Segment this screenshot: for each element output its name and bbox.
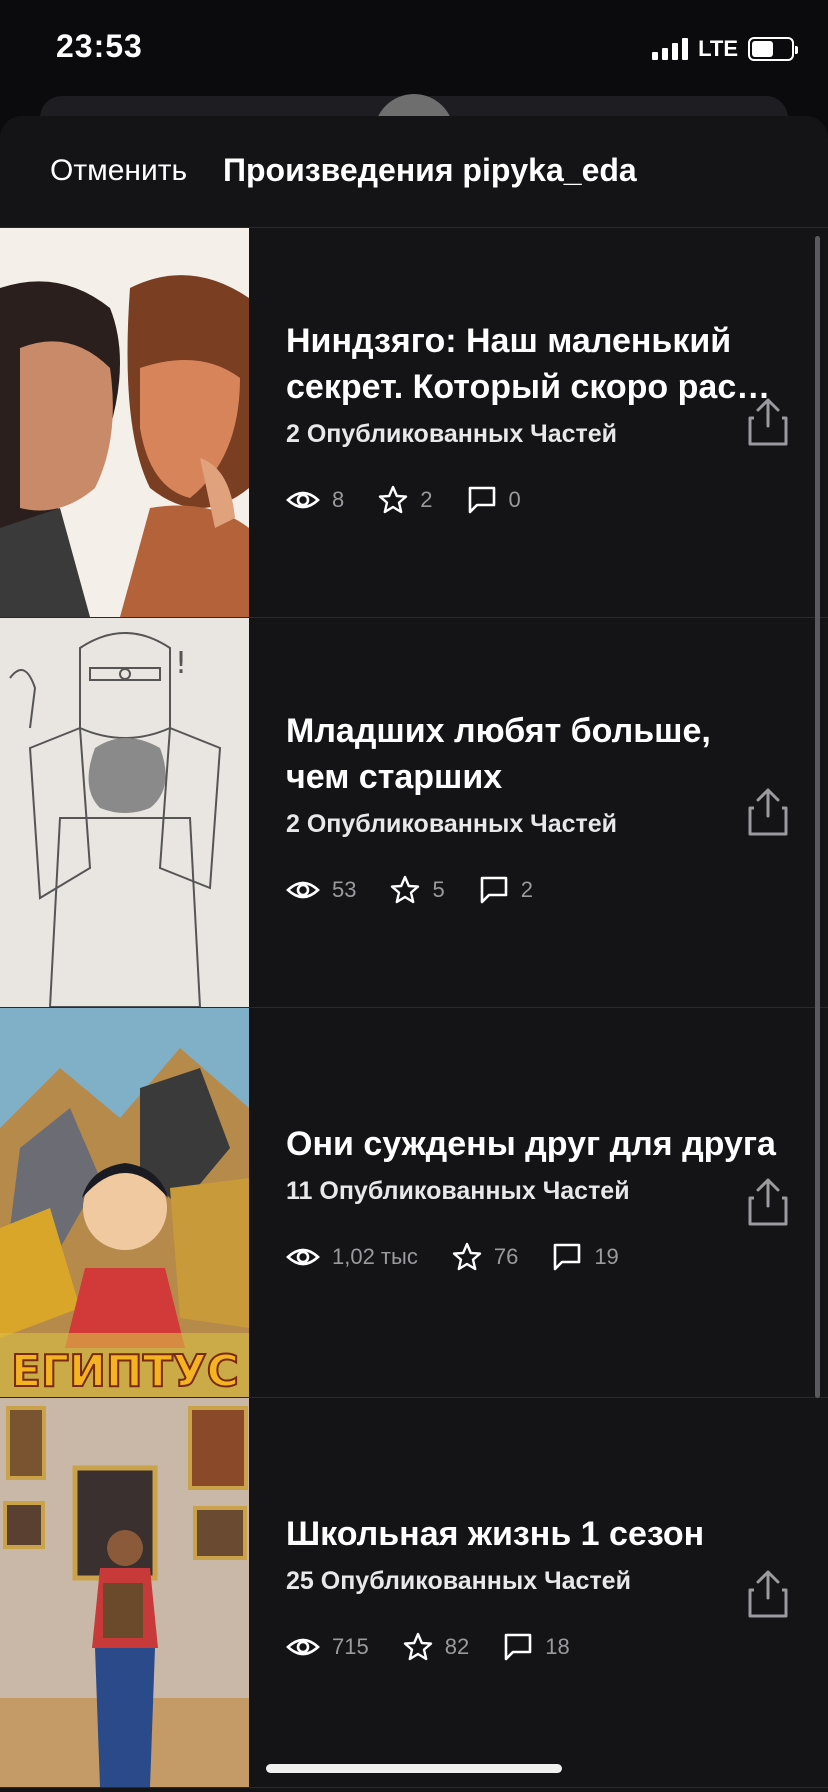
story-cover: ЕГИПТУС [0,1008,249,1397]
story-info: Они суждены друг для друга 11 Опубликова… [286,1121,806,1272]
votes-stat: 76 [452,1242,518,1272]
comments-count: 2 [520,877,533,902]
comment-icon [504,1633,532,1661]
story-stats: 8 2 0 [286,485,806,515]
votes-stat: 2 [378,485,433,515]
screen: 23:53 LTE Отменить Произведения pipyka_e… [0,0,828,1792]
svg-text:!: ! [175,646,187,681]
votes-count: 2 [420,487,433,512]
story-title-line: Школьная жизнь 1 сезон [286,1515,705,1553]
reads-count: 715 [332,1634,369,1659]
cover-caption: ЕГИПТУС [11,1346,239,1397]
comments-stat: 0 [467,485,521,515]
comments-count: 0 [508,487,521,512]
battery-icon [748,37,798,61]
story-row[interactable]: Школьная жизнь 1 сезон 25 Опубликованных… [0,1398,828,1788]
share-icon[interactable] [746,1568,790,1620]
cancel-button[interactable]: Отменить [50,154,187,188]
story-title: Они суждены друг для друга [286,1121,806,1167]
story-title-line: чем старших [286,758,503,796]
story-cover [0,1398,249,1787]
reads-stat: 715 [286,1634,369,1660]
reads-stat: 1,02 тыс [286,1244,418,1270]
published-parts: 25 Опубликованных Частей [286,1567,631,1595]
story-row[interactable]: Ниндзяго: Наш маленький секрет. Который … [0,228,828,618]
home-indicator[interactable] [266,1764,562,1773]
story-cover [0,228,249,617]
comments-count: 18 [545,1634,570,1659]
story-stats: 53 5 2 [286,875,806,905]
comments-stat: 2 [479,875,533,905]
reads-count: 8 [332,487,345,512]
comment-icon [480,876,508,904]
star-icon [379,485,408,514]
eye-icon [286,1248,320,1266]
published-parts: 2 Опубликованных Частей [286,810,618,838]
eye-icon [286,491,320,509]
published-parts: 2 Опубликованных Частей [286,420,618,448]
star-icon [452,1242,482,1271]
reads-stat: 8 [286,487,344,513]
signal-icon [652,38,689,60]
story-stats: 1,02 тыс 76 19 [286,1242,806,1272]
comments-stat: 18 [503,1632,570,1662]
story-title: Младших любят больше, чем старших [286,708,806,800]
votes-stat: 82 [403,1632,469,1662]
votes-count: 5 [432,877,445,902]
story-title-line: Они суждены друг для друга [286,1125,776,1163]
story-title: Ниндзяго: Наш маленький секрет. Который … [286,318,806,410]
story-list: Ниндзяго: Наш маленький секрет. Который … [0,228,828,1788]
published-parts: 11 Опубликованных Частей [286,1177,630,1205]
reads-count: 1,02 тыс [332,1244,418,1269]
votes-stat: 5 [390,875,445,905]
battery-level [752,41,773,57]
star-icon [391,875,420,904]
status-bar: 23:53 LTE [0,0,828,100]
comment-icon [468,486,495,514]
story-title-line: секрет. Который скоро рас… [286,368,771,406]
page-title: Произведения pipyka_eda [223,152,637,188]
comments-count: 19 [594,1244,619,1269]
comment-icon [554,1243,581,1271]
status-indicators: LTE [652,36,798,62]
eye-icon [286,881,320,899]
star-icon [403,1632,432,1661]
story-info: Ниндзяго: Наш маленький секрет. Который … [286,318,806,515]
share-icon[interactable] [746,1176,790,1228]
story-row[interactable]: ЕГИПТУС Они суждены друг для друга 11 Оп… [0,1008,828,1398]
story-row[interactable]: ! Младших любят больше, чем старших 2 Оп… [0,618,828,1008]
votes-count: 82 [444,1634,470,1659]
story-title: Школьная жизнь 1 сезон [286,1511,806,1557]
votes-count: 76 [493,1244,519,1269]
story-title-line: Младших любят больше, [286,712,711,750]
status-time: 23:53 [56,28,143,64]
comments-stat: 19 [552,1242,619,1272]
story-cover: ! [0,618,249,1007]
eye-icon [286,1638,320,1656]
story-info: Школьная жизнь 1 сезон 25 Опубликованных… [286,1511,806,1662]
story-info: Младших любят больше, чем старших 2 Опуб… [286,708,806,905]
story-title-line: Ниндзяго: Наш маленький [286,322,732,360]
share-icon[interactable] [746,786,790,838]
reads-count: 53 [332,877,357,902]
works-sheet: Отменить Произведения pipyka_eda Ниндзяг… [0,116,828,1792]
story-stats: 715 82 18 [286,1632,806,1662]
share-icon[interactable] [746,396,790,448]
scrollbar[interactable] [815,236,820,1398]
reads-stat: 53 [286,877,356,903]
network-label: LTE [698,36,738,61]
sheet-header: Отменить Произведения pipyka_eda [0,116,828,228]
